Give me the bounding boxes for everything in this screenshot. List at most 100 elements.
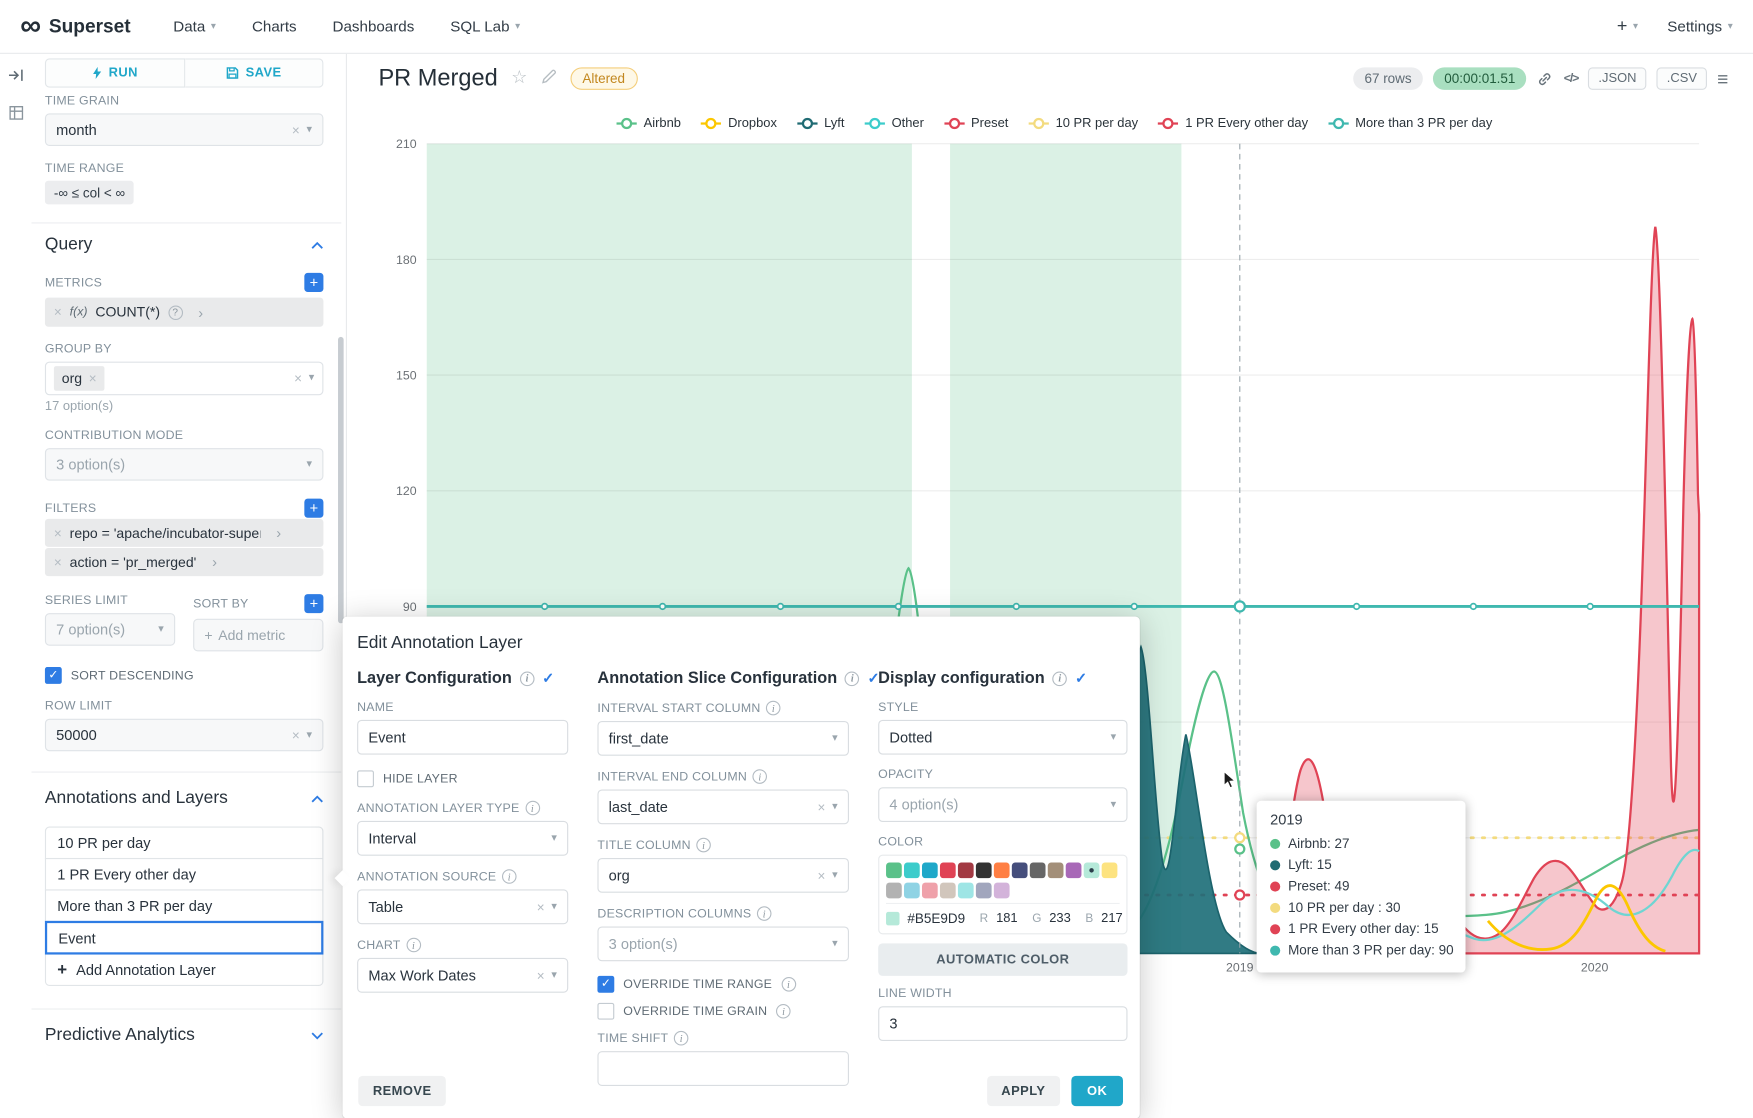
annotation-layer-item-selected[interactable]: Event (45, 921, 324, 955)
ok-button[interactable]: OK (1071, 1076, 1123, 1106)
remove-filter-icon[interactable]: × (54, 555, 62, 568)
interval-end-select[interactable]: last_date × ▾ (597, 789, 849, 824)
nav-data[interactable]: Data▾ (173, 18, 216, 35)
color-swatch[interactable] (1048, 862, 1064, 878)
color-swatch[interactable] (994, 862, 1010, 878)
superset-logo[interactable]: ∞ Superset (20, 13, 130, 39)
color-swatch[interactable] (886, 883, 902, 899)
legend-item[interactable]: Airbnb (617, 117, 681, 130)
legend-item[interactable]: Dropbox (701, 117, 777, 130)
expand-panel-icon[interactable] (8, 67, 24, 87)
panel-scrollbar[interactable] (338, 337, 344, 623)
filter-chip[interactable]: × repo = 'apache/incubator-supers... › (45, 519, 324, 547)
legend-item[interactable]: 10 PR per day (1029, 117, 1139, 130)
color-swatch[interactable] (904, 862, 920, 878)
clear-icon[interactable]: × (537, 900, 545, 913)
color-swatch[interactable] (922, 862, 938, 878)
run-button[interactable]: RUN (45, 58, 185, 87)
hex-value[interactable]: #B5E9D9 (907, 911, 965, 927)
annotation-layer-item[interactable]: More than 3 PR per day (45, 889, 324, 922)
remove-button[interactable]: REMOVE (358, 1076, 446, 1106)
clear-icon[interactable]: × (292, 123, 300, 136)
group-by-select[interactable]: org × × ▾ (45, 362, 324, 396)
chevron-right-icon[interactable]: › (198, 304, 203, 321)
color-swatch[interactable] (976, 883, 992, 899)
color-swatch[interactable] (904, 883, 920, 899)
export-csv-button[interactable]: .CSV (1657, 67, 1707, 89)
override-time-grain-checkbox[interactable]: ✓ (597, 1003, 614, 1020)
chevron-right-icon[interactable]: › (212, 554, 217, 571)
time-grain-select[interactable]: month × ▾ (45, 113, 324, 146)
annotation-source-select[interactable]: Table × ▾ (357, 889, 568, 924)
annotation-layer-item[interactable]: 1 PR Every other day (45, 858, 324, 891)
new-item-button[interactable]: +▾ (1617, 16, 1638, 36)
color-swatch[interactable] (958, 862, 974, 878)
color-swatch-selected[interactable] (1084, 862, 1100, 878)
save-button[interactable]: SAVE (185, 58, 324, 87)
g-value[interactable]: 233 (1049, 912, 1071, 925)
chevron-right-icon[interactable]: › (276, 524, 281, 541)
b-value[interactable]: 217 (1101, 912, 1123, 925)
add-filter-button[interactable]: + (304, 499, 323, 518)
title-column-select[interactable]: org × ▾ (597, 858, 849, 893)
hide-layer-checkbox[interactable]: ✓ (357, 770, 374, 787)
embed-code-icon[interactable]: </> (1564, 72, 1578, 85)
override-time-range-checkbox[interactable]: ✓ (597, 976, 614, 993)
remove-filter-icon[interactable]: × (54, 526, 62, 539)
add-sort-metric-button[interactable]: + (304, 594, 323, 613)
color-swatch[interactable] (994, 883, 1010, 899)
r-value[interactable]: 181 (996, 912, 1018, 925)
legend-item[interactable]: Preset (944, 117, 1008, 130)
settings-menu[interactable]: Settings▾ (1667, 18, 1732, 35)
clear-icon[interactable]: × (817, 800, 825, 813)
clear-icon[interactable]: × (294, 372, 302, 385)
interval-start-select[interactable]: first_date ▾ (597, 721, 849, 756)
add-metric-button[interactable]: + (304, 273, 323, 292)
contribution-mode-select[interactable]: 3 option(s) ▾ (45, 448, 324, 481)
query-section-header[interactable]: Query (45, 235, 324, 255)
legend-item[interactable]: Lyft (797, 117, 844, 130)
color-swatch[interactable] (1066, 862, 1082, 878)
color-swatch[interactable] (922, 883, 938, 899)
favorite-star-icon[interactable]: ☆ (511, 70, 527, 88)
row-limit-select[interactable]: 50000 × ▾ (45, 719, 324, 752)
color-swatch[interactable] (1012, 862, 1028, 878)
color-swatch[interactable] (1030, 862, 1046, 878)
nav-charts[interactable]: Charts (252, 18, 297, 35)
style-select[interactable]: Dotted ▾ (878, 720, 1127, 755)
filter-chip[interactable]: × action = 'pr_merged' › (45, 548, 324, 576)
name-input[interactable] (357, 720, 568, 755)
dataset-grid-icon[interactable] (8, 106, 23, 126)
metric-chip[interactable]: × f(x) COUNT(*) ? › (45, 298, 324, 327)
apply-button[interactable]: APPLY (987, 1076, 1060, 1106)
color-swatch[interactable] (886, 862, 902, 878)
clear-icon[interactable]: × (817, 869, 825, 882)
automatic-color-button[interactable]: AUTOMATIC COLOR (878, 943, 1127, 976)
time-range-chip[interactable]: -∞ ≤ col < ∞ (45, 181, 134, 205)
chart-select[interactable]: Max Work Dates × ▾ (357, 958, 568, 993)
more-menu-icon[interactable]: ≡ (1717, 69, 1728, 88)
nav-sqllab[interactable]: SQL Lab▾ (450, 18, 520, 35)
predictive-section-header[interactable]: Predictive Analytics (45, 1025, 324, 1045)
color-swatch[interactable] (940, 862, 956, 878)
color-swatch[interactable] (1102, 862, 1118, 878)
clear-icon[interactable]: × (537, 969, 545, 982)
description-columns-select[interactable]: 3 option(s) ▾ (597, 926, 849, 961)
link-icon[interactable] (1537, 70, 1554, 87)
color-swatch[interactable] (976, 862, 992, 878)
group-by-chip[interactable]: org × (54, 366, 105, 391)
color-swatch[interactable] (958, 883, 974, 899)
remove-chip-icon[interactable]: × (89, 372, 97, 385)
sort-by-select[interactable]: +Add metric (193, 619, 323, 652)
legend-item[interactable]: More than 3 PR per day (1328, 117, 1492, 130)
color-swatch[interactable] (940, 883, 956, 899)
legend-item[interactable]: Other (865, 117, 924, 130)
line-width-input[interactable] (878, 1006, 1127, 1041)
annotations-section-header[interactable]: Annotations and Layers (45, 788, 324, 808)
clear-icon[interactable]: × (292, 728, 300, 741)
annotation-layer-type-select[interactable]: Interval ▾ (357, 821, 568, 856)
remove-metric-icon[interactable]: × (54, 305, 62, 318)
legend-item[interactable]: 1 PR Every other day (1158, 117, 1308, 130)
edit-pencil-icon[interactable] (541, 69, 557, 89)
opacity-select[interactable]: 4 option(s) ▾ (878, 787, 1127, 822)
